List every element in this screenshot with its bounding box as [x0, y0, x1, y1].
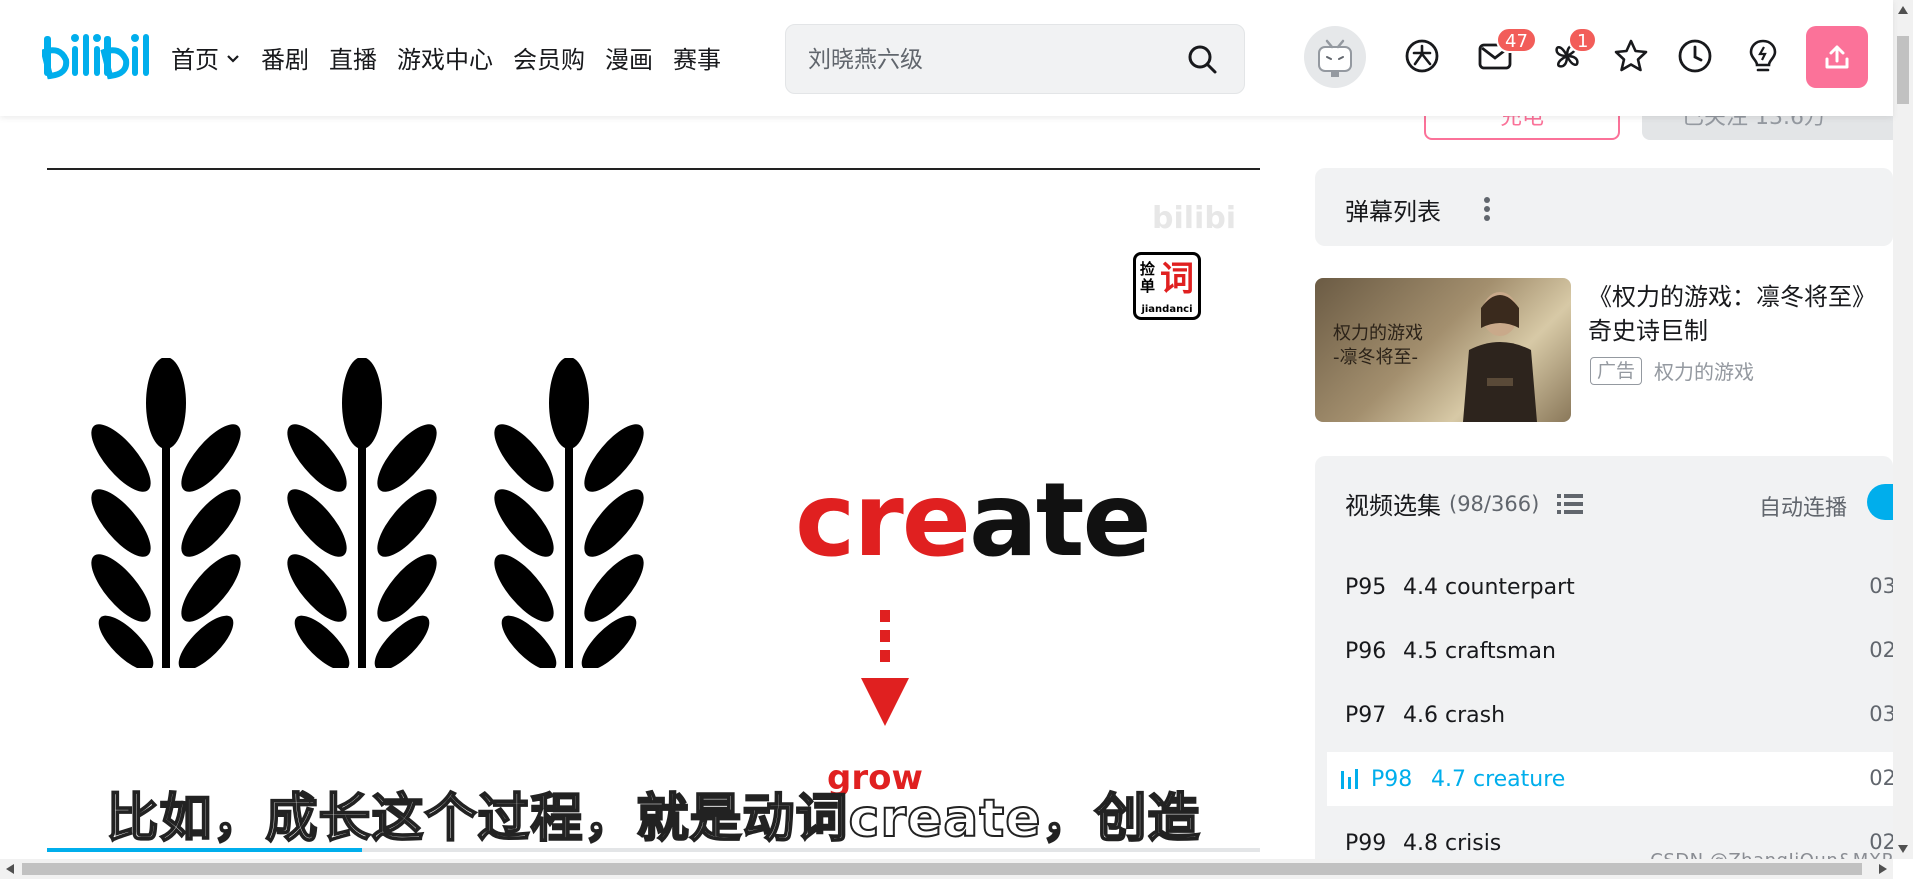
ad-thumb-text: 权力的游戏 -凛冬将至-: [1333, 322, 1423, 370]
nav-game-center[interactable]: 游戏中心: [397, 40, 493, 75]
episode-title: 4.6 crash: [1403, 702, 1506, 728]
upload-button[interactable]: [1806, 26, 1868, 88]
nav-mall[interactable]: 会员购: [513, 40, 585, 75]
word-create: create: [795, 466, 1152, 576]
top-header: 首页 番剧 直播 游戏中心 会员购 漫画 赛事 47 1: [0, 0, 1893, 116]
more-vertical-icon[interactable]: [1483, 196, 1491, 222]
message-badge: 47: [1496, 27, 1537, 53]
character-image: [1463, 292, 1537, 422]
main-nav: 首页 番剧 直播 游戏中心 会员购 漫画 赛事: [171, 40, 741, 75]
search-input[interactable]: [806, 39, 1170, 81]
episode-list-title: 视频选集: [1345, 492, 1441, 520]
history-icon[interactable]: [1675, 36, 1715, 76]
svg-text:bilibili: bilibili: [1152, 201, 1238, 236]
episode-title: 4.8 crisis: [1403, 830, 1502, 856]
ad-thumb-text-2: -凛冬将至-: [1333, 347, 1418, 368]
scroll-up-icon[interactable]: [1898, 6, 1908, 14]
danmaku-title: 弹幕列表: [1345, 198, 1441, 226]
episode-list-header: 视频选集 (98/366): [1345, 486, 1584, 521]
upload-icon: [1825, 45, 1849, 69]
horizontal-scrollbar[interactable]: [0, 859, 1893, 879]
word-create-red: cre: [795, 461, 971, 580]
ad-thumb-text-1: 权力的游戏: [1333, 323, 1423, 344]
search-box: [785, 24, 1245, 94]
dynamic-badge: 1: [1568, 27, 1598, 53]
brand-left-text: 捡单: [1140, 260, 1156, 295]
progress-fill: [47, 848, 363, 852]
nav-home[interactable]: 首页: [171, 40, 241, 75]
vertical-scrollbar[interactable]: [1893, 0, 1913, 859]
scroll-left-icon[interactable]: [6, 864, 14, 874]
ad-badge: 广告: [1590, 356, 1643, 385]
nav-live[interactable]: 直播: [329, 40, 377, 75]
list-view-icon[interactable]: [1557, 493, 1584, 515]
brand-right-text: 词: [1160, 259, 1194, 299]
vertical-scroll-thumb[interactable]: [1897, 36, 1909, 104]
favorite-icon[interactable]: [1611, 36, 1651, 76]
episode-duration: 03:: [1869, 574, 1893, 598]
horizontal-scroll-thumb[interactable]: [22, 863, 1862, 875]
ad-meta: 广告 权力的游戏: [1590, 356, 1754, 385]
arrow-down-icon: [861, 610, 909, 726]
episode-title: 4.5 craftsman: [1403, 638, 1556, 664]
nav-match[interactable]: 赛事: [673, 40, 721, 75]
episode-item[interactable]: P96 4.5 craftsman 02:: [1327, 624, 1893, 678]
scroll-down-icon[interactable]: [1898, 845, 1908, 853]
episode-number: P97: [1345, 702, 1387, 728]
episode-number: P95: [1345, 574, 1387, 600]
nav-bangumi[interactable]: 番剧: [261, 40, 309, 75]
word-create-black: ate: [968, 461, 1152, 580]
episode-duration: 03:: [1869, 702, 1893, 726]
video-player[interactable]: bilibili 捡单 词 jiandanci: [47, 168, 1260, 852]
episode-list: 视频选集 (98/366) 自动连播 P95 4.4 counterpart 0…: [1315, 456, 1893, 879]
ad-thumbnail[interactable]: 权力的游戏 -凛冬将至-: [1315, 278, 1571, 422]
chevron-down-icon: [227, 54, 239, 63]
wheat-icon: [91, 358, 241, 668]
nav-home-label: 首页: [171, 46, 219, 74]
jiandanci-logo: 捡单 词 jiandanci: [1133, 252, 1201, 320]
scroll-right-icon[interactable]: [1879, 864, 1887, 874]
creation-icon[interactable]: [1743, 36, 1783, 76]
autoplay-label: 自动连播: [1759, 496, 1848, 521]
episode-count: (98/366): [1449, 491, 1540, 516]
episode-duration: 02:: [1869, 766, 1893, 790]
wheat-icon: [494, 358, 644, 668]
danmaku-list-header[interactable]: 弹幕列表: [1315, 168, 1893, 246]
episode-item[interactable]: P97 4.6 crash 03:: [1327, 688, 1893, 742]
search-icon[interactable]: [1186, 43, 1218, 75]
episode-number: P96: [1345, 638, 1387, 664]
tv-mascot-icon: [1318, 39, 1352, 77]
nav-manga[interactable]: 漫画: [605, 40, 653, 75]
wheat-icon: [287, 358, 437, 668]
autoplay-toggle[interactable]: [1867, 484, 1893, 520]
brand-en-text: jiandanci: [1141, 304, 1193, 315]
big-member-icon[interactable]: [1402, 36, 1442, 76]
bilibili-logo[interactable]: [42, 30, 154, 86]
bilibili-watermark: bilibili: [1152, 201, 1238, 236]
episode-title: 4.7 creature: [1431, 766, 1566, 792]
episode-number: P98: [1371, 766, 1413, 792]
ad-source[interactable]: 权力的游戏: [1654, 356, 1754, 385]
progress-bar[interactable]: [47, 848, 1260, 852]
video-subtitle: 比如，成长这个过程，就是动词create，创造: [106, 788, 1201, 850]
episode-title: 4.4 counterpart: [1403, 574, 1575, 600]
episode-number: P99: [1345, 830, 1387, 856]
playing-icon: [1341, 769, 1358, 789]
episode-duration: 02:: [1869, 638, 1893, 662]
ad-title[interactable]: 《权力的游戏：凛冬将至》奇史诗巨制: [1588, 280, 1898, 348]
episode-item-active[interactable]: P98 4.7 creature 02:: [1327, 752, 1893, 806]
episode-item[interactable]: P95 4.4 counterpart 03:: [1327, 560, 1893, 614]
avatar[interactable]: [1304, 26, 1366, 88]
